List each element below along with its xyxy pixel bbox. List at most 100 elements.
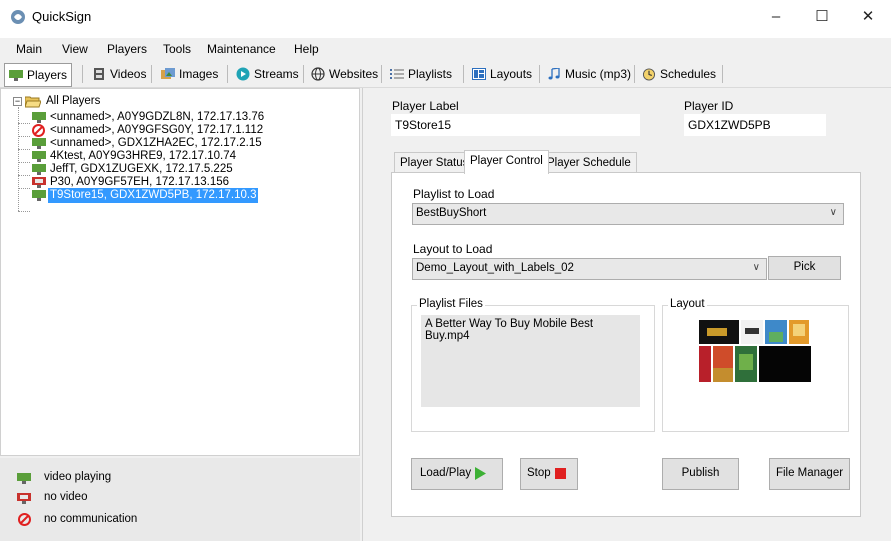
monitor-green-icon bbox=[32, 151, 46, 162]
layout-caption: Layout to Load bbox=[413, 242, 493, 256]
toolbar-websites-button[interactable]: Websites bbox=[307, 63, 382, 85]
toolbar: Players Videos Images Streams Websites P… bbox=[0, 60, 891, 88]
stop-label: Stop bbox=[527, 467, 551, 479]
toolbar-schedules-button[interactable]: Schedules bbox=[638, 63, 720, 85]
player-label-caption: Player Label bbox=[392, 99, 459, 113]
player-tree[interactable]: − All Players <unnamed>, A0Y9GDZL8N, 172… bbox=[0, 88, 360, 456]
open-folder-icon bbox=[25, 96, 41, 108]
music-note-icon bbox=[548, 68, 560, 80]
maximize-button[interactable]: ☐ bbox=[799, 0, 845, 34]
toolbar-separator bbox=[151, 65, 152, 83]
legend-label: no communication bbox=[44, 513, 138, 525]
menu-view[interactable]: View bbox=[62, 42, 88, 56]
monitor-green-icon bbox=[32, 112, 46, 123]
tree-connector bbox=[18, 162, 30, 163]
toolbar-images-label: Images bbox=[179, 67, 219, 81]
menu-tools[interactable]: Tools bbox=[163, 42, 191, 56]
file-manager-button[interactable]: File Manager bbox=[769, 458, 850, 490]
toolbar-players-label: Players bbox=[27, 68, 68, 82]
toolbar-music-label: Music (mp3) bbox=[565, 67, 632, 81]
window-title: QuickSign bbox=[32, 9, 92, 24]
title-bar: QuickSign – ☐ ✕ bbox=[0, 0, 891, 38]
tree-collapse-toggle[interactable]: − bbox=[13, 97, 22, 106]
monitor-green-icon bbox=[17, 473, 31, 484]
menu-players[interactable]: Players bbox=[107, 42, 147, 56]
toolbar-websites-label: Websites bbox=[329, 67, 379, 81]
playlist-select[interactable]: BestBuyShort ∨ bbox=[412, 203, 844, 225]
no-entry-icon bbox=[18, 513, 31, 526]
playlist-select-value: BestBuyShort bbox=[416, 207, 487, 219]
player-id-caption: Player ID bbox=[684, 99, 734, 113]
player-label-field[interactable]: T9Store15 bbox=[391, 114, 640, 136]
player-icon bbox=[9, 70, 23, 81]
toolbar-videos-label: Videos bbox=[110, 67, 147, 81]
toolbar-playlists-label: Playlists bbox=[408, 67, 453, 81]
legend-label: video playing bbox=[44, 471, 112, 483]
toolbar-separator bbox=[227, 65, 228, 83]
globe-icon bbox=[311, 67, 325, 81]
toolbar-separator bbox=[82, 65, 83, 83]
load-play-button[interactable]: Load/Play bbox=[411, 458, 503, 490]
layout-select[interactable]: Demo_Layout_with_Labels_02 ∨ bbox=[412, 258, 767, 280]
toolbar-playlists-button[interactable]: Playlists bbox=[386, 63, 456, 85]
images-icon bbox=[161, 68, 175, 79]
menu-bar: Main View Players Tools Maintenance Help bbox=[0, 38, 891, 60]
toolbar-separator bbox=[634, 65, 635, 83]
chevron-down-icon: ∨ bbox=[752, 262, 760, 273]
list-icon bbox=[390, 69, 404, 79]
pick-button[interactable]: Pick bbox=[768, 256, 841, 280]
chevron-down-icon: ∨ bbox=[829, 207, 837, 218]
monitor-green-icon bbox=[32, 190, 46, 201]
close-button[interactable]: ✕ bbox=[845, 0, 891, 34]
toolbar-separator bbox=[722, 65, 723, 83]
stream-play-icon bbox=[236, 67, 250, 81]
legend-label: no video bbox=[44, 491, 88, 503]
minimize-button[interactable]: – bbox=[753, 0, 799, 34]
layout-preview-caption: Layout bbox=[668, 298, 707, 310]
toolbar-layouts-label: Layouts bbox=[490, 67, 533, 81]
tree-item-selected[interactable]: T9Store15, GDX1ZWD5PB, 172.17.10.3 bbox=[48, 188, 259, 203]
toolbar-separator bbox=[463, 65, 464, 83]
play-icon bbox=[475, 467, 486, 480]
playlist-files-caption: Playlist Files bbox=[417, 298, 485, 310]
clock-icon bbox=[642, 67, 656, 81]
playlist-caption: Playlist to Load bbox=[413, 187, 495, 201]
publish-button[interactable]: Publish bbox=[662, 458, 739, 490]
tree-root-label[interactable]: All Players bbox=[46, 94, 100, 109]
film-icon bbox=[94, 68, 104, 80]
toolbar-streams-button[interactable]: Streams bbox=[232, 63, 303, 85]
tree-connector bbox=[18, 123, 30, 124]
list-item[interactable]: A Better Way To Buy Mobile Best Buy.mp4 bbox=[425, 318, 636, 342]
tree-connector bbox=[18, 211, 30, 212]
monitor-red-icon bbox=[32, 177, 46, 188]
tree-connector bbox=[18, 188, 30, 189]
toolbar-players-button[interactable]: Players bbox=[4, 63, 73, 87]
toolbar-videos-button[interactable]: Videos bbox=[88, 63, 150, 85]
no-entry-icon bbox=[32, 124, 45, 137]
tab-player-status[interactable]: Player Status bbox=[394, 152, 475, 174]
toolbar-layouts-button[interactable]: Layouts bbox=[468, 63, 536, 85]
menu-help[interactable]: Help bbox=[294, 42, 319, 56]
tree-connector bbox=[18, 175, 30, 176]
load-play-label: Load/Play bbox=[420, 467, 472, 479]
tab-player-schedule[interactable]: Player Schedule bbox=[541, 152, 637, 174]
stop-square-icon bbox=[555, 468, 566, 479]
layout-preview-thumbnail bbox=[699, 318, 811, 383]
quicksign-logo-icon bbox=[11, 10, 25, 24]
menu-main[interactable]: Main bbox=[16, 42, 42, 56]
stop-button[interactable]: Stop bbox=[520, 458, 578, 490]
tab-player-control[interactable]: Player Control bbox=[464, 150, 549, 174]
toolbar-schedules-label: Schedules bbox=[660, 67, 717, 81]
tree-connector bbox=[18, 149, 30, 150]
monitor-green-icon bbox=[32, 138, 46, 149]
toolbar-music-button[interactable]: Music (mp3) bbox=[543, 63, 635, 85]
toolbar-streams-label: Streams bbox=[254, 67, 299, 81]
toolbar-images-button[interactable]: Images bbox=[157, 63, 222, 85]
monitor-green-icon bbox=[32, 164, 46, 175]
monitor-red-icon bbox=[17, 493, 31, 504]
status-legend: video playing no video no communication bbox=[0, 458, 360, 541]
playlist-files-list[interactable]: A Better Way To Buy Mobile Best Buy.mp4 bbox=[421, 315, 640, 407]
toolbar-separator bbox=[539, 65, 540, 83]
menu-maintenance[interactable]: Maintenance bbox=[207, 42, 276, 56]
toolbar-separator bbox=[303, 65, 304, 83]
